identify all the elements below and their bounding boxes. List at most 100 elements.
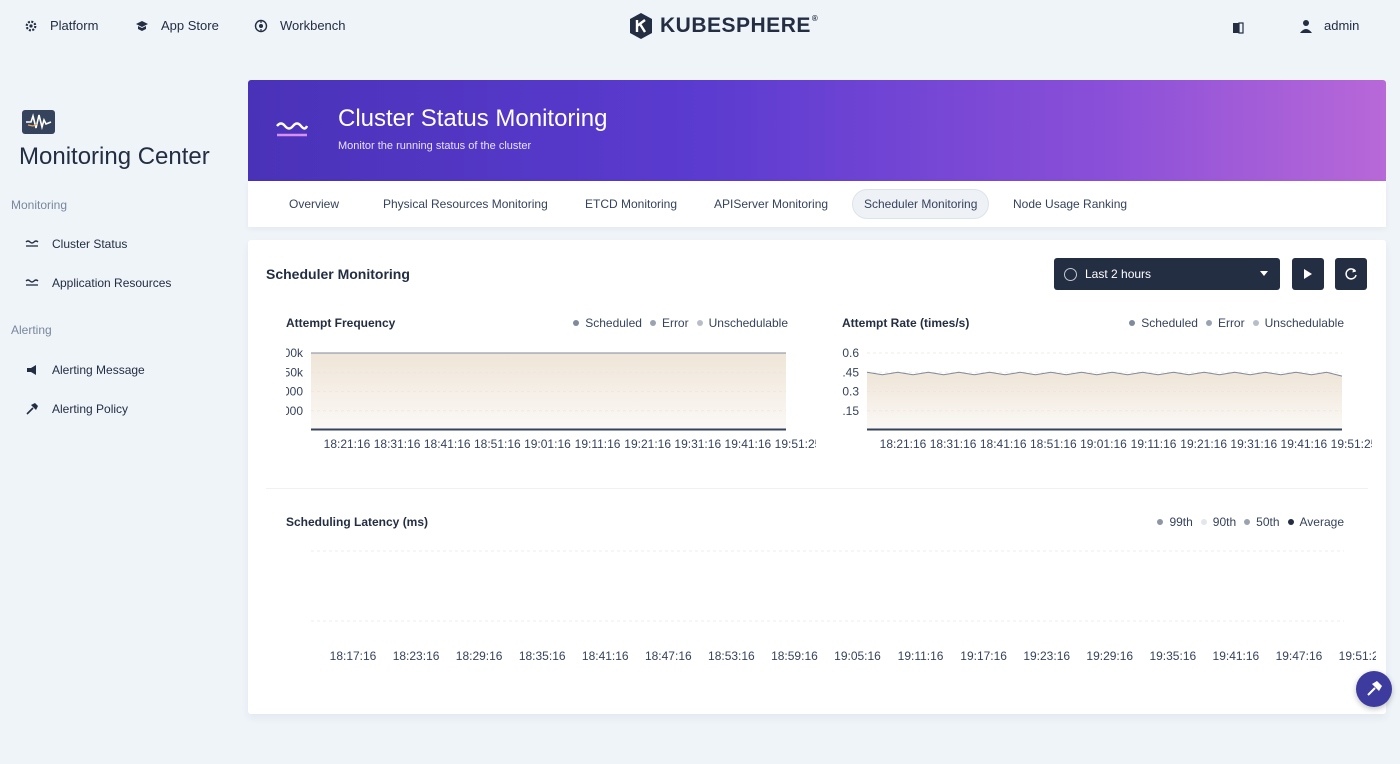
legend-item[interactable]: 50th [1244, 515, 1280, 529]
x-tick-label: 19:41:16 [725, 437, 772, 451]
y-tick-label: 50000 [286, 404, 303, 418]
scheduling-latency-plot[interactable]: 18:17:16 18:23:16 18:29:16 18:35:16 18:41:16… [286, 535, 1376, 675]
legend-dot [1129, 320, 1136, 326]
nav-workbench-label: Workbench [280, 18, 346, 33]
tab-scheduler-monitoring[interactable]: Scheduler Monitoring [852, 189, 990, 219]
chart-title: Scheduling Latency (ms) [286, 515, 429, 529]
legend-item[interactable]: Unschedulable [696, 316, 788, 330]
series-area-scheduled [311, 353, 786, 430]
sidebar-item-alerting-policy[interactable]: Alerting Policy [24, 402, 128, 416]
toolbox-button[interactable] [1356, 671, 1392, 707]
x-tick-label: 18:31:16 [374, 437, 421, 451]
x-tick-label: 19:05:16 [834, 649, 881, 663]
attempt-rate-chart: Attempt Rate (times/s) Scheduled Error U… [842, 316, 1372, 476]
kubesphere-logo[interactable]: KUBESPHERE® [628, 12, 818, 40]
nav-app-store-label: App Store [161, 18, 219, 33]
x-tick-label: 19:11:16 [898, 649, 944, 663]
divider [266, 488, 1368, 489]
chart-legend: Scheduled Error Unschedulable [565, 316, 788, 330]
x-tick-label: 18:41:16 [424, 437, 471, 451]
wave-icon [24, 239, 40, 249]
sidebar-item-alerting-message[interactable]: Alerting Message [24, 363, 145, 377]
legend-label: Scheduled [585, 316, 642, 330]
x-tick-label: 19:21:16 [624, 437, 671, 451]
legend-dot [1205, 320, 1212, 326]
legend-item[interactable]: 90th [1200, 515, 1237, 529]
play-icon [1304, 269, 1312, 279]
legend-dot [1157, 519, 1164, 525]
legend-item[interactable]: Error [1205, 316, 1245, 330]
sidebar-group-monitoring: Monitoring [11, 198, 68, 212]
legend-item[interactable]: 99th [1157, 515, 1193, 529]
x-tick-label: 19:11:16 [1131, 437, 1177, 451]
x-tick-label: 18:35:16 [519, 649, 566, 663]
sidebar-group-alerting: Alerting [11, 323, 52, 337]
page-banner: Cluster Status Monitoring Monitor the ru… [248, 80, 1386, 181]
x-tick-label: 18:41:16 [980, 437, 1027, 451]
refresh-icon [1345, 268, 1357, 280]
tab-physical-resources-monitoring[interactable]: Physical Resources Monitoring [372, 189, 559, 219]
page-title: Cluster Status Monitoring [338, 105, 608, 132]
tab-etcd-monitoring[interactable]: ETCD Monitoring [574, 189, 688, 219]
legend-dot [1244, 519, 1251, 525]
legend-item[interactable]: Average [1287, 515, 1344, 529]
attempt-frequency-plot[interactable]: 200k 150k 00000 50000 18:21:1618:31:1618:41:… [286, 336, 816, 476]
scheduling-latency-chart: Scheduling Latency (ms) 99th 90th 50th A… [286, 515, 1376, 675]
nav-app-store[interactable]: App Store [135, 18, 219, 33]
legend-dot [1252, 320, 1259, 326]
x-tick-label: 19:31:16 [1230, 437, 1277, 451]
x-tick-label: 18:59:16 [771, 649, 818, 663]
sidebar-item-label: Alerting Policy [52, 402, 129, 416]
attempt-rate-plot[interactable]: 0.6 0.45 0.3 0.15 18:21:1618:31:1618:41:1618… [842, 336, 1372, 476]
x-tick-label: 18:21:16 [324, 437, 371, 451]
legend-label: Unschedulable [708, 316, 788, 330]
legend-item[interactable]: Scheduled [573, 316, 642, 330]
sidebar-item-cluster-status[interactable]: Cluster Status [24, 237, 127, 251]
sidebar-item-label: Application Resources [52, 276, 172, 290]
x-tick-label: 18:47:16 [645, 649, 692, 663]
clock-icon [1064, 267, 1077, 281]
app-store-icon [135, 19, 149, 33]
x-tick-label: 18:51:16 [1030, 437, 1077, 451]
logo-text: KUBESPHERE® [660, 14, 819, 37]
nav-workbench[interactable]: Workbench [254, 18, 346, 33]
tab-overview[interactable]: Overview [278, 189, 350, 219]
legend-label: 90th [1212, 515, 1237, 529]
chart-title: Attempt Frequency [286, 316, 396, 330]
legend-dot [649, 320, 656, 326]
user-name: admin [1324, 18, 1360, 33]
refresh-button[interactable] [1335, 258, 1367, 290]
x-tick-label: 19:21:16 [1180, 437, 1227, 451]
tab-apiserver-monitoring[interactable]: APIServer Monitoring [703, 189, 839, 219]
legend-label: 99th [1169, 515, 1193, 529]
y-tick-label: 200k [286, 346, 304, 360]
tab-node-usage-ranking[interactable]: Node Usage Ranking [1002, 189, 1138, 219]
sidebar-item-label: Cluster Status [52, 237, 128, 251]
play-button[interactable] [1292, 258, 1324, 290]
legend-item[interactable]: Error [649, 316, 689, 330]
scheduler-monitoring-card: Scheduler Monitoring Last 2 hours Attemp… [248, 240, 1386, 714]
nav-platform[interactable]: Platform [24, 18, 98, 33]
hammer-icon [24, 402, 40, 416]
nav-platform-label: Platform [50, 18, 99, 33]
time-range-select[interactable]: Last 2 hours [1054, 258, 1280, 290]
top-navigation: Platform App Store Workbench KUBESPHERE®… [0, 0, 1400, 54]
sidebar-item-application-resources[interactable]: Application Resources [24, 276, 171, 290]
legend-item[interactable]: Unschedulable [1252, 316, 1344, 330]
legend-item[interactable]: Scheduled [1129, 316, 1198, 330]
hammer-icon [1367, 681, 1382, 696]
y-tick-label: 0.45 [842, 365, 859, 379]
x-tick-label: 19:29:16 [1086, 649, 1133, 663]
card-title: Scheduler Monitoring [266, 266, 410, 282]
legend-dot [696, 320, 703, 326]
chart-title: Attempt Rate (times/s) [842, 316, 970, 330]
user-menu[interactable]: admin [1300, 18, 1359, 33]
documentation-icon[interactable] [1232, 21, 1244, 34]
x-tick-label: 19:51:25 [1331, 437, 1372, 451]
attempt-frequency-chart: Attempt Frequency Scheduled Error Unsche… [286, 316, 816, 476]
y-tick-label: 0.6 [842, 346, 859, 360]
x-tick-label: 18:51:16 [474, 437, 521, 451]
legend-dot [573, 320, 580, 326]
x-tick-label: 19:51:25 [1339, 649, 1376, 663]
y-tick-label: 00000 [286, 385, 303, 399]
